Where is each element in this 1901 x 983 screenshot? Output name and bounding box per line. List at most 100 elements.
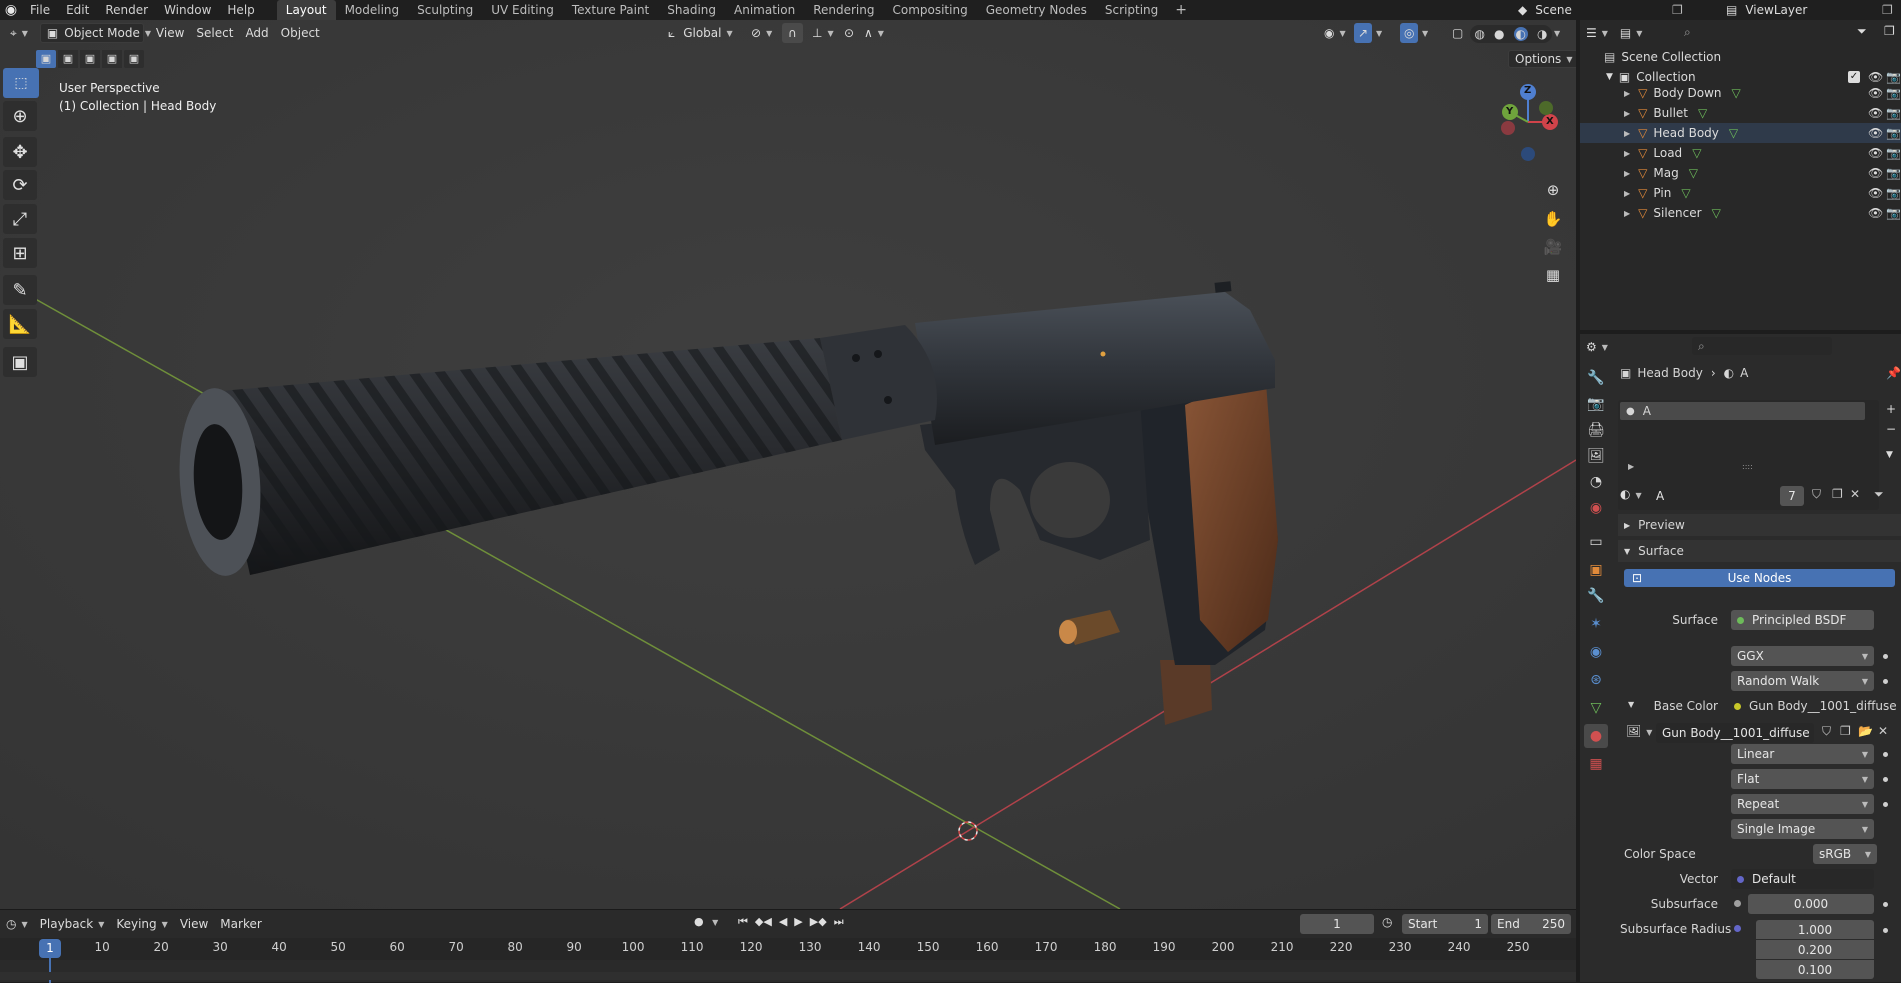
options-dropdown[interactable]: Options ▼ (1508, 50, 1576, 68)
outliner-object-row[interactable]: ▶ ▽ Pin ▽ 👁 📷 (1580, 183, 1901, 203)
subsurface-radius-x[interactable]: 1.000 (1756, 920, 1874, 939)
current-frame-field[interactable]: 1 (1300, 914, 1374, 934)
image-open-icon[interactable]: 📂 (1858, 724, 1873, 738)
shading-dropdown[interactable]: ▼ (1552, 23, 1562, 43)
editor-type-button[interactable]: ⌖ ▼ (4, 23, 34, 43)
play-icon[interactable]: ▶ (794, 915, 802, 929)
menu-window[interactable]: Window (156, 0, 219, 20)
object-camera-icon[interactable]: 📷 (1886, 126, 1901, 140)
object-camera-icon[interactable]: 📷 (1886, 186, 1901, 200)
tab-modeling[interactable]: Modeling (336, 0, 409, 20)
object-camera-icon[interactable]: 📷 (1886, 146, 1901, 160)
image-browse-button[interactable]: 🖼 ▼ (1626, 724, 1652, 738)
zoom-view-button[interactable]: ⊕ (1540, 177, 1566, 203)
outliner-object-row[interactable]: ▶ ▽ Silencer ▽ 👁 📷 (1580, 203, 1901, 223)
object-tab-icon[interactable]: ▣ (1584, 558, 1608, 582)
select-subtract-icon[interactable]: ▣ (80, 50, 100, 68)
add-slot-icon[interactable]: + (1886, 402, 1896, 416)
object-camera-icon[interactable]: 📷 (1886, 106, 1901, 120)
object-expand-icon[interactable]: ▶ (1624, 149, 1630, 158)
object-eye-icon[interactable]: 👁 (1868, 186, 1883, 200)
material-filter-icon[interactable]: ⏷ (1874, 487, 1884, 502)
outliner-object-row[interactable]: ▶ ▽ Load ▽ 👁 📷 (1580, 143, 1901, 163)
remove-slot-icon[interactable]: − (1886, 422, 1896, 436)
outliner-object-row[interactable]: ▶ ▽ Head Body ▽ 👁 📷 (1580, 123, 1901, 143)
timeline-editor-type-button[interactable]: ◷ ▼ (0, 914, 34, 934)
menu-view[interactable]: View (150, 23, 190, 43)
image-fake-user-icon[interactable]: ⛉ (1822, 724, 1831, 739)
overlay-toggle[interactable]: ◎ (1400, 23, 1419, 43)
prev-keyframe-icon[interactable]: ◆◀ (755, 915, 772, 929)
pan-view-button[interactable]: ✋ (1540, 206, 1566, 232)
mesh-data-icon[interactable]: ▽ (1692, 146, 1701, 160)
blender-logo-icon[interactable]: ◉ (0, 0, 22, 20)
gizmo-toggle[interactable]: ↗ (1354, 23, 1373, 43)
menu-add[interactable]: Add (239, 23, 274, 43)
view-layer-selector[interactable]: ▤ ViewLayer ❐ (1726, 1, 1901, 19)
mode-dropdown[interactable]: ▣ Object Mode ▼ (39, 23, 151, 43)
outliner-object-row[interactable]: ▶ ▽ Body Down ▽ 👁 📷 (1580, 83, 1901, 103)
mesh-data-icon[interactable]: ▽ (1732, 86, 1741, 100)
tab-sculpting[interactable]: Sculpting (408, 0, 482, 20)
select-invert-icon[interactable]: ▣ (102, 50, 122, 68)
rotate-tool[interactable]: ⟳ (3, 170, 37, 200)
snap-toggle[interactable]: ∩ (782, 23, 803, 43)
cursor-tool[interactable]: ⊕ (3, 101, 37, 131)
collection-expand-icon[interactable]: ▼ (1606, 72, 1613, 82)
image-duplicate-icon[interactable]: ❐ (1840, 724, 1851, 738)
material-shading-icon[interactable]: ◐ (1513, 27, 1528, 41)
duplicate-material-icon[interactable]: ❐ (1832, 487, 1843, 501)
particles-tab-icon[interactable]: ✶ (1584, 612, 1608, 636)
orientation-dropdown[interactable]: ⟀ Global ▼ (662, 23, 739, 43)
timeline-view-menu[interactable]: View (174, 914, 214, 934)
marker-menu[interactable]: Marker (214, 914, 267, 934)
rendered-shading-icon[interactable]: ◑ (1537, 27, 1547, 41)
scene-collection-row[interactable]: ▤ Scene Collection (1580, 47, 1901, 67)
auto-keying-button[interactable]: ● ▼ (694, 915, 718, 928)
new-collection-icon[interactable]: ❐ (1884, 24, 1895, 38)
filter-icon[interactable]: ⏷ (1857, 24, 1867, 39)
tab-scripting[interactable]: Scripting (1096, 0, 1167, 20)
subsurface-radius-z[interactable]: 0.100 (1756, 960, 1874, 979)
image-unlink-icon[interactable]: ✕ (1878, 724, 1888, 738)
object-eye-icon[interactable]: 👁 (1868, 206, 1883, 220)
vector-field[interactable]: Default (1731, 869, 1874, 889)
mesh-data-icon[interactable]: ▽ (1712, 206, 1721, 220)
surface-panel-header[interactable]: ▼ Surface (1618, 540, 1901, 562)
object-camera-icon[interactable]: 📷 (1886, 206, 1901, 220)
add-workspace-icon[interactable]: + (1167, 2, 1195, 18)
interpolation-dropdown[interactable]: Linear ▼ (1731, 744, 1874, 764)
select-box-tool[interactable]: ⬚ (3, 68, 39, 98)
outliner-object-row[interactable]: ▶ ▽ Bullet ▽ 👁 📷 (1580, 103, 1901, 123)
outliner-search-input[interactable]: ⌕ (1678, 23, 1833, 41)
jump-start-icon[interactable]: ⏮ (738, 915, 748, 929)
distribution-dropdown[interactable]: GGX ▼ (1731, 646, 1874, 666)
projection-keyframe-dot[interactable] (1883, 777, 1888, 782)
tab-uv-editing[interactable]: UV Editing (482, 0, 563, 20)
tab-layout[interactable]: Layout (276, 0, 336, 20)
tab-shading[interactable]: Shading (658, 0, 725, 20)
tab-compositing[interactable]: Compositing (883, 0, 976, 20)
physics-tab-icon[interactable]: ◉ (1584, 640, 1608, 664)
tab-texture-paint[interactable]: Texture Paint (563, 0, 658, 20)
outliner-scroll-area[interactable] (1580, 250, 1901, 330)
object-eye-icon[interactable]: 👁 (1868, 86, 1883, 100)
subsurface-radius-keyframe-dot[interactable] (1883, 928, 1888, 933)
slot-expand-icon[interactable]: ▶ (1628, 462, 1634, 471)
scale-tool[interactable]: ⤢ (3, 204, 37, 234)
transform-tool[interactable]: ⊞ (3, 238, 37, 268)
modifier-tab-icon[interactable]: 🔧 (1584, 584, 1608, 608)
jump-end-icon[interactable]: ⏭ (834, 915, 844, 929)
use-nodes-button[interactable]: ⊡ Use Nodes (1624, 569, 1895, 587)
select-extend-icon[interactable]: ▣ (58, 50, 78, 68)
object-expand-icon[interactable]: ▶ (1624, 189, 1630, 198)
collection-eye-icon[interactable]: 👁 (1868, 70, 1883, 84)
add-cube-tool[interactable]: ▣ (3, 347, 37, 377)
base-color-link[interactable]: Gun Body__1001_diffuse (1734, 699, 1900, 713)
object-expand-icon[interactable]: ▶ (1624, 89, 1630, 98)
snap-dropdown[interactable]: ⊥ ▼ (806, 23, 840, 43)
subsurface-method-dropdown[interactable]: Random Walk ▼ (1731, 671, 1874, 691)
collection-checkbox[interactable]: ✓ (1848, 71, 1860, 83)
select-new-icon[interactable]: ▣ (36, 50, 56, 68)
subsurface-keyframe-dot[interactable] (1883, 902, 1888, 907)
